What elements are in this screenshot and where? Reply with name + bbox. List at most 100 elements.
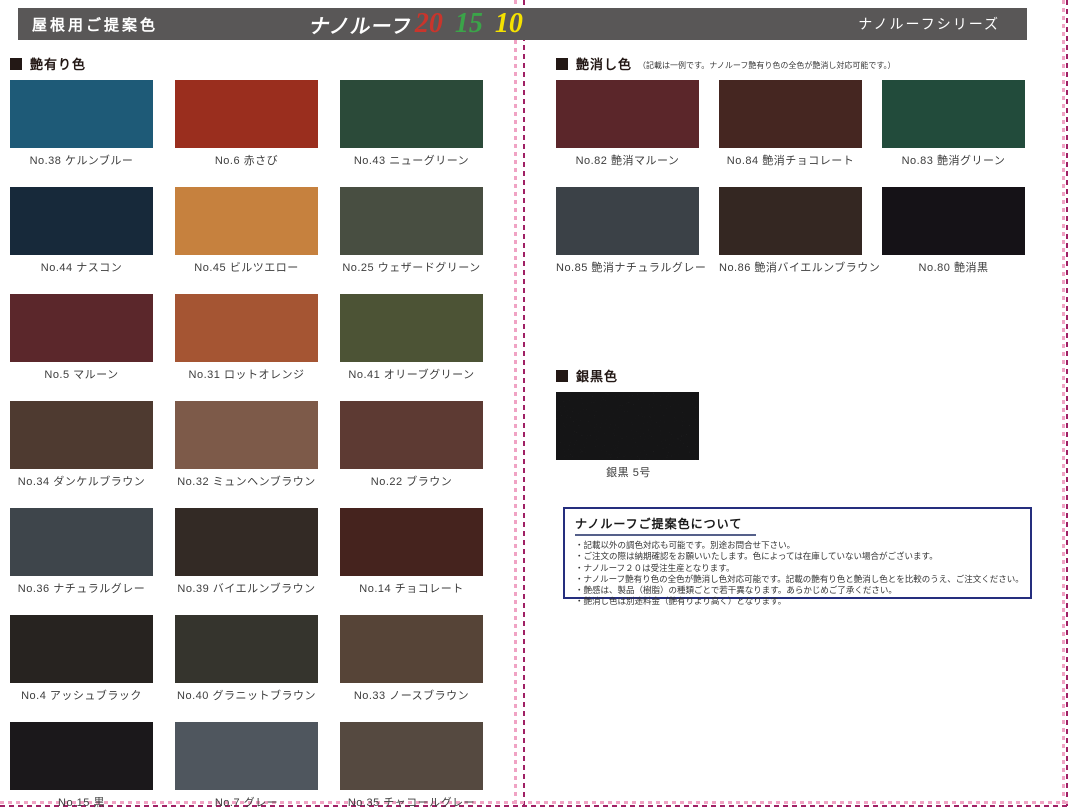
swatch-cell: No.15 黒 xyxy=(10,722,153,808)
color-chart-page: 屋根用ご提案色 ナノルーフ 20 15 10 ナノルーフシリーズ 艶有り色 No… xyxy=(0,0,1069,808)
color-swatch xyxy=(175,187,318,255)
swatch-label: No.14 チョコレート xyxy=(340,580,483,596)
color-swatch xyxy=(340,722,483,790)
square-bullet-icon xyxy=(556,370,568,382)
info-bullet: ・ナノルーフ艶有り色の全色が艶消し色対応可能です。記載の艶有り色と艶消し色とを比… xyxy=(575,574,1020,585)
info-box-title: ナノルーフご提案色について xyxy=(575,515,756,536)
glossy-swatch-grid: No.38 ケルンブルー No.6 赤さび No.43 ニューグリーン No.4… xyxy=(10,80,483,808)
swatch-cell: No.33 ノースブラウン xyxy=(340,615,483,703)
swatch-cell: No.35 チャコールグレー xyxy=(340,722,483,808)
brand-logo: ナノルーフ 20 15 10 xyxy=(310,8,523,40)
crop-mark-right-magenta xyxy=(1066,0,1068,808)
brand-number-20: 20 xyxy=(415,10,443,38)
swatch-cell: No.80 艶消黒 xyxy=(882,187,1025,275)
swatch-cell: No.86 艶消バイエルンブラウン xyxy=(719,187,862,275)
info-bullet: ・ナノルーフ２０は受注生産となります。 xyxy=(575,563,1020,574)
swatch-cell: No.40 グラニットブラウン xyxy=(175,615,318,703)
info-box-bullets: ・記載以外の調色対応も可能です。別途お問合せ下さい。 ・ご注文の際は納期確認をお… xyxy=(575,540,1020,608)
swatch-cell: No.43 ニューグリーン xyxy=(340,80,483,168)
matte-swatch-grid: No.82 艶消マルーン No.84 艶消チョコレート No.83 艶消グリーン… xyxy=(556,80,1025,275)
color-swatch xyxy=(340,508,483,576)
color-swatch xyxy=(340,187,483,255)
color-swatch xyxy=(556,187,699,255)
swatch-cell: No.6 赤さび xyxy=(175,80,318,168)
swatch-label: No.45 ビルツエロー xyxy=(175,259,318,275)
swatch-cell: No.39 バイエルンブラウン xyxy=(175,508,318,596)
swatch-label: No.35 チャコールグレー xyxy=(340,794,483,808)
swatch-cell: No.31 ロットオレンジ xyxy=(175,294,318,382)
silver-black-header: 銀黒色 xyxy=(556,366,701,385)
swatch-label: No.44 ナスコン xyxy=(10,259,153,275)
color-swatch xyxy=(340,401,483,469)
swatch-cell: No.85 艶消ナチュラルグレー xyxy=(556,187,699,275)
swatch-label: No.84 艶消チョコレート xyxy=(719,152,862,168)
color-swatch xyxy=(175,80,318,148)
title-bar: 屋根用ご提案色 ナノルーフ 20 15 10 ナノルーフシリーズ xyxy=(18,8,1027,40)
color-swatch xyxy=(882,80,1025,148)
square-bullet-icon xyxy=(10,58,22,70)
square-bullet-icon xyxy=(556,58,568,70)
glossy-section-header: 艶有り色 xyxy=(10,54,86,73)
swatch-label: No.15 黒 xyxy=(10,794,153,808)
color-swatch xyxy=(175,508,318,576)
info-bullet: ・艶感は、製品（樹脂）の種類ごとで若干異なります。あらかじめご了承ください。 xyxy=(575,585,1020,596)
silver-black-title: 銀黒色 xyxy=(576,366,618,385)
swatch-label: No.85 艶消ナチュラルグレー xyxy=(556,259,699,275)
swatch-label: No.82 艶消マルーン xyxy=(556,152,699,168)
brand-number-10: 10 xyxy=(495,10,523,38)
swatch-label: 銀黒 5号 xyxy=(556,464,701,480)
page-title: 屋根用ご提案色 xyxy=(32,14,158,35)
color-swatch xyxy=(10,722,153,790)
swatch-label: No.39 バイエルンブラウン xyxy=(175,580,318,596)
color-swatch xyxy=(175,615,318,683)
color-swatch xyxy=(719,187,862,255)
info-box: ナノルーフご提案色について ・記載以外の調色対応も可能です。別途お問合せ下さい。… xyxy=(563,507,1032,599)
swatch-label: No.41 オリーブグリーン xyxy=(340,366,483,382)
swatch-label: No.22 ブラウン xyxy=(340,473,483,489)
swatch-label: No.34 ダンケルブラウン xyxy=(10,473,153,489)
color-swatch xyxy=(882,187,1025,255)
swatch-cell: No.7 グレー xyxy=(175,722,318,808)
swatch-cell: No.34 ダンケルブラウン xyxy=(10,401,153,489)
swatch-cell: No.82 艶消マルーン xyxy=(556,80,699,168)
crop-mark-right-pink xyxy=(1062,0,1065,808)
color-swatch xyxy=(340,294,483,362)
color-swatch xyxy=(10,401,153,469)
crop-mark-center-magenta xyxy=(523,0,525,808)
swatch-label: No.38 ケルンブルー xyxy=(10,152,153,168)
swatch-cell: No.84 艶消チョコレート xyxy=(719,80,862,168)
swatch-cell: No.41 オリーブグリーン xyxy=(340,294,483,382)
swatch-label: No.31 ロットオレンジ xyxy=(175,366,318,382)
series-title: ナノルーフシリーズ xyxy=(858,14,1000,34)
swatch-label: No.43 ニューグリーン xyxy=(340,152,483,168)
swatch-label: No.40 グラニットブラウン xyxy=(175,687,318,703)
color-swatch xyxy=(719,80,862,148)
swatch-cell: No.5 マルーン xyxy=(10,294,153,382)
color-swatch xyxy=(175,722,318,790)
brand-name: ナノルーフ xyxy=(307,10,415,39)
matte-section-title: 艶消し色 xyxy=(576,54,632,73)
swatch-cell: No.22 ブラウン xyxy=(340,401,483,489)
swatch-label: No.5 マルーン xyxy=(10,366,153,382)
swatch-cell: No.25 ウェザードグリーン xyxy=(340,187,483,275)
color-swatch xyxy=(10,615,153,683)
swatch-cell: No.38 ケルンブルー xyxy=(10,80,153,168)
info-bullet: ・艶消し色は別途料金（艶有りより高く）となります。 xyxy=(575,596,1020,607)
swatch-cell: No.36 ナチュラルグレー xyxy=(10,508,153,596)
swatch-label: No.7 グレー xyxy=(175,794,318,808)
swatch-label: No.80 艶消黒 xyxy=(882,259,1025,275)
silver-black-section: 銀黒色 銀黒 5号 xyxy=(556,366,701,480)
info-bullet: ・記載以外の調色対応も可能です。別途お問合せ下さい。 xyxy=(575,540,1020,551)
swatch-label: No.86 艶消バイエルンブラウン xyxy=(719,259,862,275)
color-swatch xyxy=(10,80,153,148)
swatch-label: No.36 ナチュラルグレー xyxy=(10,580,153,596)
swatch-label: No.25 ウェザードグリーン xyxy=(340,259,483,275)
swatch-label: No.32 ミュンヘンブラウン xyxy=(175,473,318,489)
color-swatch xyxy=(340,615,483,683)
swatch-label: No.4 アッシュブラック xyxy=(10,687,153,703)
swatch-cell: No.83 艶消グリーン xyxy=(882,80,1025,168)
info-bullet: ・ご注文の際は納期確認をお願いいたします。色によっては在庫していない場合がござい… xyxy=(575,551,1020,562)
matte-section-note: （記載は一例です。ナノルーフ艶有り色の全色が艶消し対応可能です。） xyxy=(638,56,896,71)
color-swatch xyxy=(556,80,699,148)
color-swatch xyxy=(10,508,153,576)
